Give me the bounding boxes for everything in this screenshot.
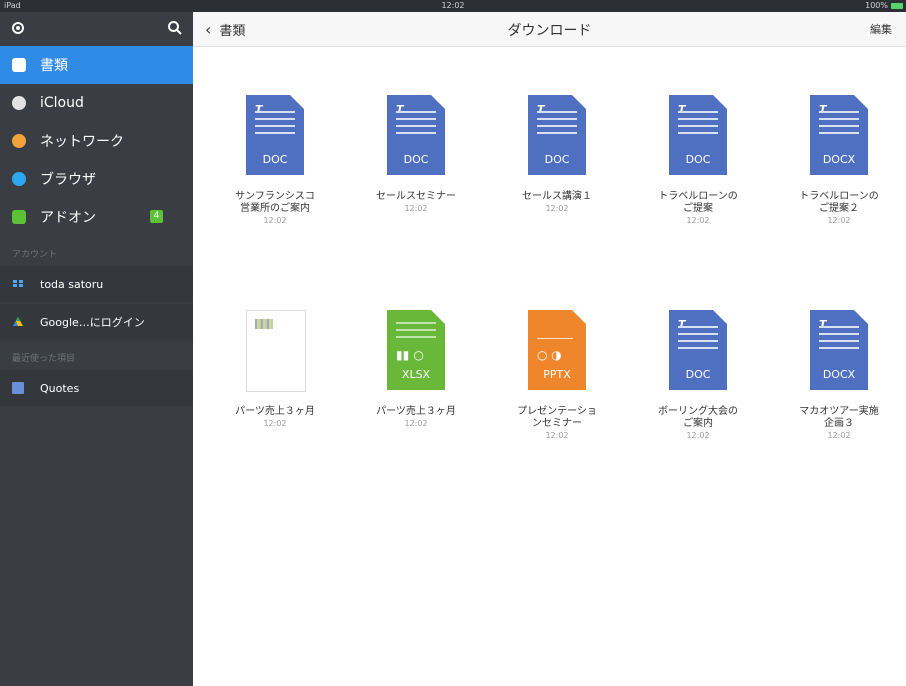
file-type-label: PPTX <box>543 368 571 381</box>
sidebar-item-browser[interactable]: ブラウザ <box>0 160 193 198</box>
file-name: セールス講演１ 12:02 <box>497 191 617 215</box>
word-document-icon: T DOC <box>387 95 445 175</box>
sidebar-item-icloud[interactable]: iCloud <box>0 84 193 122</box>
google-drive-icon <box>13 317 23 326</box>
file-time: 12:02 <box>404 419 428 428</box>
file-name: トラベルローンの ご提案 12:02 <box>638 191 758 227</box>
sidebar-item-label: アドオン <box>40 210 96 226</box>
file-time: 12:02 <box>545 204 569 213</box>
word-document-icon: T DOC <box>669 310 727 390</box>
account-label: Google…にログイン <box>40 316 145 329</box>
status-bar: iPad 12:02 100% <box>0 0 906 12</box>
word-document-icon: T DOCX <box>810 310 868 390</box>
file-time: 12:02 <box>827 216 851 225</box>
file-time: 12:02 <box>686 216 710 225</box>
sidebar-item-addons[interactable]: アドオン 4 <box>0 198 193 236</box>
file-time: 12:02 <box>263 216 287 225</box>
file-time: 12:02 <box>263 419 287 428</box>
cloud-icon <box>12 96 26 110</box>
file-name-line: ボーリング大会の <box>658 406 738 417</box>
account-row-google[interactable]: Google…にログイン <box>0 304 193 340</box>
plus-icon <box>12 210 26 224</box>
document-icon <box>12 382 24 394</box>
file-time: 12:02 <box>686 431 710 440</box>
sidebar-item-label: iCloud <box>40 95 84 111</box>
file-type-label: DOCX <box>822 153 856 166</box>
file-type-label: DOC <box>262 153 288 166</box>
file-name-line: トラベルローンの <box>799 191 879 202</box>
file-time: 12:02 <box>545 431 569 440</box>
edit-button[interactable]: 編集 <box>870 21 892 37</box>
sidebar-item-network[interactable]: ネットワーク <box>0 122 193 160</box>
file-name-line: セールスセミナー <box>376 191 456 202</box>
file-name: トラベルローンの ご提案２ 12:02 <box>779 191 899 227</box>
file-type-label: DOC <box>403 153 429 166</box>
file-name-line: マカオツアー実施 <box>799 406 879 417</box>
dropbox-icon <box>13 280 23 287</box>
recent-label: Quotes <box>40 381 80 395</box>
addons-badge: 4 <box>150 210 163 223</box>
nav-bar: ‹ 書類 ダウンロード 編集 <box>193 12 906 47</box>
document-icon <box>12 58 26 72</box>
file-grid: T DOC サンフランシスコ 営業所のご案内 12:02 T DOC セールスセミナー 12:0… <box>193 47 906 686</box>
clock: 12:02 <box>441 1 465 10</box>
file-type-label: DOC <box>685 153 711 166</box>
file-type-label: DOC <box>544 153 570 166</box>
file-name-line: パーツ売上３ヶ月 <box>376 406 456 417</box>
file-name: マカオツアー実施 企画３ 12:02 <box>779 406 899 442</box>
page-title: ダウンロード <box>507 23 592 39</box>
sidebar-item-label: 書類 <box>40 58 68 74</box>
file-name-line: ンセミナー <box>532 418 582 429</box>
file-time: 12:02 <box>404 204 428 213</box>
network-icon <box>12 134 26 148</box>
file-name-line: ご提案 <box>683 203 713 214</box>
account-row-dropbox[interactable]: toda satoru <box>0 266 193 302</box>
excel-spreadsheet-icon: ▮▮ ○ XLSX <box>387 310 445 390</box>
account-label: toda satoru <box>40 277 104 291</box>
word-document-icon: T DOC <box>528 95 586 175</box>
file-name: サンフランシスコ 営業所のご案内 12:02 <box>215 191 335 227</box>
file-name: セールスセミナー 12:02 <box>356 191 476 215</box>
word-document-icon: T DOC <box>246 95 304 175</box>
file-name-line: トラベルローンの <box>658 191 738 202</box>
sidebar-item-label: ネットワーク <box>40 134 124 150</box>
file-name: プレゼンテーショ ンセミナー 12:02 <box>497 406 617 442</box>
file-name: パーツ売上３ヶ月 12:02 <box>356 406 476 430</box>
sidebar-item-label: ブラウザ <box>40 172 96 188</box>
recent-header: 最近使った項目 <box>12 354 76 364</box>
file-name-line: 営業所のご案内 <box>240 203 310 214</box>
word-document-icon: T DOCX <box>810 95 868 175</box>
file-name: ボーリング大会の ご案内 12:02 <box>638 406 758 442</box>
sidebar-toolbar <box>0 12 193 46</box>
battery-icon <box>891 3 903 9</box>
file-name-line: セールス講演１ <box>522 191 592 202</box>
file-name: パーツ売上３ヶ月 12:02 <box>215 406 335 430</box>
sidebar-nav: 書類 iCloud ネットワーク ブラウザ アドオン 4 <box>0 46 193 236</box>
compass-icon <box>12 172 26 186</box>
gear-icon[interactable] <box>10 20 26 36</box>
file-name-line: パーツ売上３ヶ月 <box>235 406 315 417</box>
sidebar: 書類 iCloud ネットワーク ブラウザ アドオン 4 アカウント toda … <box>0 12 193 686</box>
file-time: 12:02 <box>827 431 851 440</box>
spreadsheet-thumbnail-icon <box>246 310 306 392</box>
search-icon[interactable] <box>167 20 183 36</box>
sidebar-item-documents[interactable]: 書類 <box>0 46 193 84</box>
file-name-line: サンフランシスコ <box>235 191 315 202</box>
file-name-line: ご提案２ <box>819 203 859 214</box>
file-name-line: ご案内 <box>683 418 713 429</box>
battery-label: 100% <box>865 1 888 10</box>
file-type-label: DOCX <box>822 368 856 381</box>
recent-item-quotes[interactable]: Quotes <box>0 370 193 406</box>
accounts-header: アカウント <box>12 250 58 260</box>
word-document-icon: T DOC <box>669 95 727 175</box>
file-type-label: DOC <box>685 368 711 381</box>
file-type-label: XLSX <box>401 368 431 381</box>
file-name-line: 企画３ <box>824 418 854 429</box>
file-name-line: プレゼンテーショ <box>517 406 597 417</box>
powerpoint-presentation-icon: ○ ◑ PPTX <box>528 310 586 390</box>
